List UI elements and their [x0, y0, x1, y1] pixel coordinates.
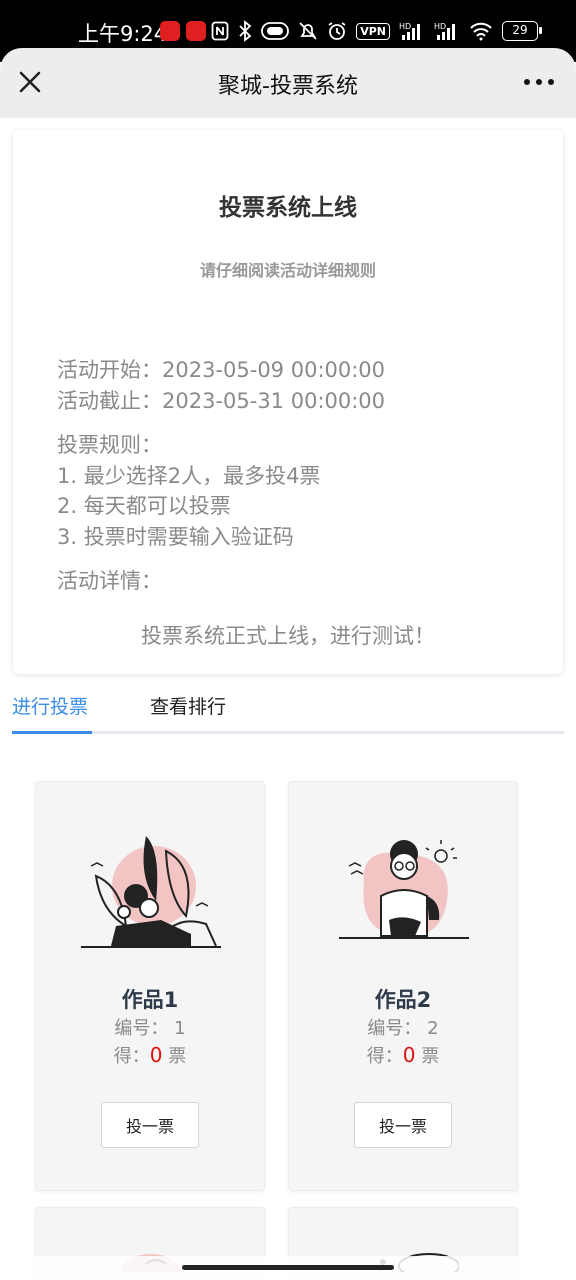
work-number: 编号： 1: [114, 1018, 186, 1039]
alarm-icon: [328, 22, 346, 40]
battery-indicator: 29: [502, 21, 542, 41]
activity-start: 活动开始：2023-05-09 00:00:00: [57, 358, 386, 382]
app-notification-icon: [160, 21, 180, 41]
signal-icon: HD: [399, 22, 420, 40]
tab-vote[interactable]: 进行投票: [12, 692, 93, 734]
svg-text:HD: HD: [399, 22, 411, 31]
rule-item: 3. 投票时需要输入验证码: [57, 525, 294, 549]
vpn-badge: VPN: [356, 22, 390, 40]
work-name: 作品2: [374, 988, 432, 1012]
details-label: 活动详情：: [57, 569, 162, 593]
work-card[interactable]: 作品1 编号： 1 得：0 票 投一票: [35, 781, 265, 1191]
rules-title: 投票规则：: [57, 433, 162, 457]
mute-bell-icon: [299, 22, 317, 40]
nfc-icon: [211, 21, 229, 41]
details-text: 投票系统正式上线，进行测试！: [141, 624, 435, 648]
vote-button[interactable]: 投一票: [101, 1102, 199, 1148]
wifi-icon: [470, 22, 492, 41]
work-votes: 得：0 票: [113, 1043, 187, 1067]
more-icon: [548, 79, 554, 85]
toggle-icon: [261, 22, 290, 40]
bluetooth-icon: [239, 20, 252, 42]
work-votes: 得：0 票: [366, 1043, 440, 1067]
page-title: 聚城-投票系统: [218, 74, 358, 99]
title-bar: 聚城-投票系统: [0, 48, 576, 118]
work-illustration-image: [339, 840, 469, 939]
vote-count: 0: [149, 1043, 163, 1067]
work-illustration-image: [81, 836, 221, 948]
vote-button[interactable]: 投一票: [354, 1102, 452, 1148]
home-indicator[interactable]: [182, 1265, 394, 1270]
svg-text:HD: HD: [434, 22, 446, 31]
rule-item: 1. 最少选择2人，最多投4票: [57, 464, 321, 488]
tab-ranking[interactable]: 查看排行: [150, 692, 226, 732]
work-number: 编号： 2: [367, 1018, 439, 1039]
signal-icon: HD: [434, 22, 455, 40]
work-name: 作品1: [121, 988, 179, 1012]
more-icon: [536, 79, 542, 85]
activity-info-card: 投票系统上线 请仔细阅读活动详细规则 活动开始：2023-05-09 00:00…: [13, 130, 563, 674]
system-status-icons: VPN HD HD 29: [211, 20, 542, 42]
notification-icons: [160, 21, 206, 41]
activity-subtitle: 请仔细阅读活动详细规则: [199, 261, 376, 280]
app-notification-icon: [186, 21, 206, 41]
activity-end: 活动截止：2023-05-31 00:00:00: [57, 389, 386, 413]
vote-count: 0: [402, 1043, 416, 1067]
status-time: 上午9:24: [78, 22, 168, 46]
work-card[interactable]: 作品2 编号： 2 得：0 票 投一票: [288, 781, 518, 1191]
activity-title: 投票系统上线: [219, 195, 357, 221]
rule-item: 2. 每天都可以投票: [57, 494, 231, 518]
more-button[interactable]: [524, 74, 554, 90]
tab-bar: 进行投票 查看排行: [12, 690, 564, 734]
more-icon: [524, 79, 530, 85]
